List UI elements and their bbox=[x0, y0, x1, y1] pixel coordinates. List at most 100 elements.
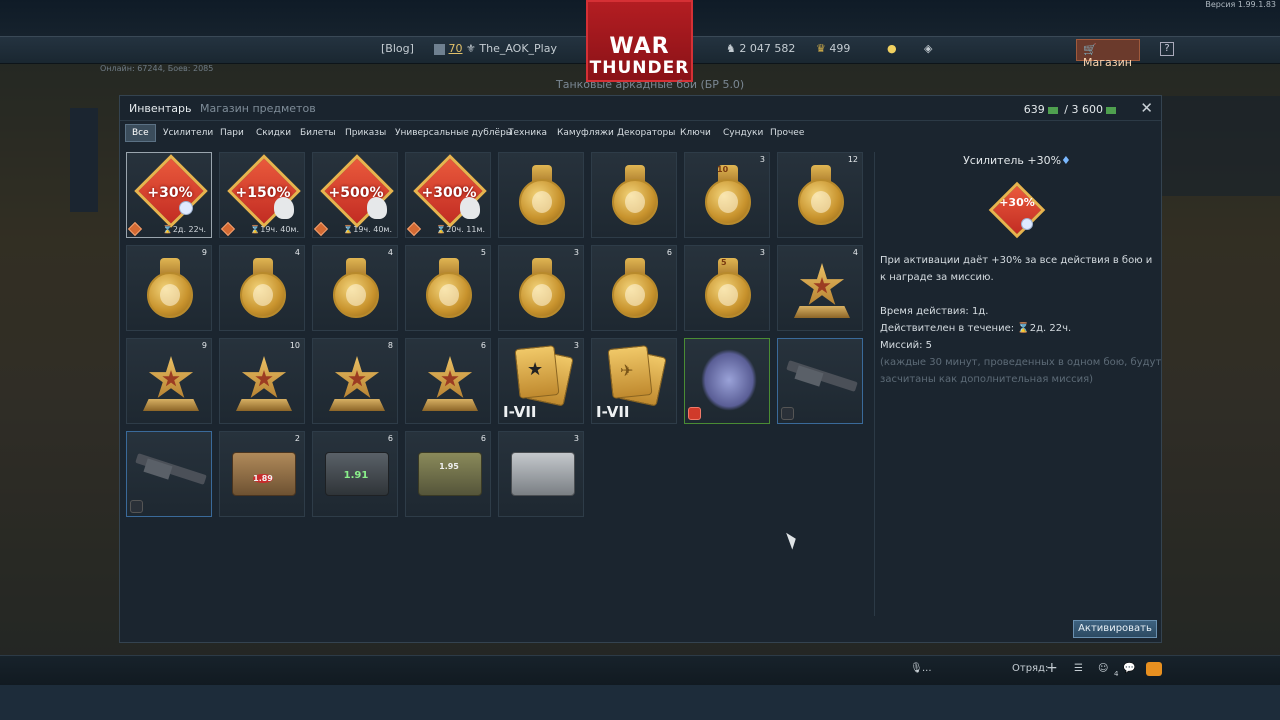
eagle-icon: ♛ bbox=[816, 42, 826, 55]
cat-camouflages[interactable]: Камуфляжи bbox=[557, 128, 614, 138]
medal-order-item[interactable] bbox=[591, 152, 677, 238]
crate-icon bbox=[511, 452, 575, 496]
booster-icon bbox=[988, 181, 1046, 239]
cat-keys[interactable]: Ключи bbox=[680, 128, 711, 138]
medal-icon bbox=[333, 272, 379, 318]
microphone-icon[interactable]: 🎙 bbox=[910, 663, 923, 674]
silver-lions[interactable]: ♞ 2 047 582 bbox=[726, 42, 795, 55]
medal-icon bbox=[612, 272, 658, 318]
booster-300-item[interactable]: +300% ⌛20ч. 11м. bbox=[405, 152, 491, 238]
machine-gun-decorator-item[interactable] bbox=[126, 431, 212, 517]
cat-bets[interactable]: Пари bbox=[220, 128, 244, 138]
pedestal-icon bbox=[236, 399, 292, 411]
cat-decorators[interactable]: Декораторы bbox=[617, 128, 675, 138]
tab-item-shop[interactable]: Магазин предметов bbox=[200, 102, 316, 115]
medal-order-item[interactable]: 10 3 bbox=[684, 152, 770, 238]
item-count: 3 bbox=[759, 155, 765, 164]
details-title: Усилитель +30%♦ bbox=[963, 154, 1071, 167]
tab-inventory[interactable]: Инвентарь bbox=[129, 102, 191, 115]
golden-eagles[interactable]: ♛ 499 bbox=[816, 42, 850, 55]
cat-tickets[interactable]: Билеты bbox=[300, 128, 336, 138]
medal-order-item[interactable] bbox=[498, 152, 584, 238]
friends-icon[interactable]: ☺ bbox=[1098, 663, 1108, 674]
star-order-item[interactable]: 4 bbox=[777, 245, 863, 331]
cat-other[interactable]: Прочее bbox=[770, 128, 804, 138]
activate-button[interactable]: Активировать bbox=[1073, 620, 1157, 638]
chat-icon[interactable]: 💬 bbox=[1123, 663, 1135, 674]
item-count: 3 bbox=[573, 341, 579, 350]
blog-link[interactable]: [Blog] bbox=[381, 42, 414, 55]
booster-500-item[interactable]: +500% ⌛19ч. 40м. bbox=[312, 152, 398, 238]
item-timer: ⌛20ч. 11м. bbox=[436, 225, 485, 234]
crate-icon bbox=[418, 452, 482, 496]
gold-need: 3 600 bbox=[1071, 103, 1104, 116]
help-button[interactable]: ? bbox=[1160, 42, 1174, 56]
tier-range: I-VII bbox=[596, 403, 630, 421]
lightbulb-icon[interactable]: ● bbox=[887, 42, 897, 55]
item-count: 3 bbox=[573, 434, 579, 443]
cat-orders[interactable]: Приказы bbox=[345, 128, 386, 138]
cat-backups[interactable]: Универсальные дублёры bbox=[395, 128, 513, 138]
details-note-1: (каждые 30 минут, проведенных в одном бо… bbox=[880, 357, 1162, 368]
cart-icon: 🛒 bbox=[1083, 43, 1097, 56]
aircraft-backup-item[interactable]: ✈ I-VII bbox=[591, 338, 677, 424]
universal-backup-item[interactable]: ★ I-VII 3 bbox=[498, 338, 584, 424]
item-timer: ⌛19ч. 40м. bbox=[343, 225, 392, 234]
machine-gun-decorator-item[interactable] bbox=[777, 338, 863, 424]
decorator-type-icon bbox=[781, 407, 794, 420]
star-order-item[interactable]: 9 bbox=[126, 338, 212, 424]
item-count: 4 bbox=[852, 248, 858, 257]
item-count: 6 bbox=[480, 434, 486, 443]
cat-boosters[interactable]: Усилители bbox=[163, 128, 213, 138]
medal-order-item[interactable]: 4 bbox=[312, 245, 398, 331]
military-crate-item[interactable]: 1.95 6 bbox=[405, 431, 491, 517]
booster-30-item[interactable]: +30% ⌛2д. 22ч. bbox=[126, 152, 212, 238]
item-count: 9 bbox=[201, 248, 207, 257]
cat-all[interactable]: Все bbox=[125, 124, 156, 142]
steel-crate-item[interactable]: 3 bbox=[498, 431, 584, 517]
medal-order-item[interactable]: 5 bbox=[405, 245, 491, 331]
dragon-icon bbox=[701, 349, 757, 411]
medal-order-item[interactable]: 6 bbox=[591, 245, 677, 331]
medal-order-item[interactable]: 5 3 bbox=[684, 245, 770, 331]
add-squad-button[interactable]: + bbox=[1046, 660, 1058, 676]
close-icon[interactable]: ✕ bbox=[1140, 99, 1153, 117]
item-count: 12 bbox=[847, 155, 858, 164]
dragon-decal-item[interactable] bbox=[684, 338, 770, 424]
mail-icon[interactable] bbox=[1146, 662, 1162, 676]
squad-label: Отряд: bbox=[1012, 663, 1049, 674]
star-order-item[interactable]: 8 bbox=[312, 338, 398, 424]
tier-range: I-VII bbox=[503, 403, 537, 421]
ammo-box-item[interactable]: 1.91 6 bbox=[312, 431, 398, 517]
decal-type-icon bbox=[688, 407, 701, 420]
medal-order-item[interactable]: 4 bbox=[219, 245, 305, 331]
crate-label: 1.91 bbox=[343, 470, 369, 481]
booster-type-icon bbox=[220, 221, 236, 237]
cat-vehicles[interactable]: Техника bbox=[508, 128, 547, 138]
medal-order-item[interactable]: 9 bbox=[126, 245, 212, 331]
gold-icon bbox=[1047, 106, 1058, 114]
item-count: 6 bbox=[387, 434, 393, 443]
medal-icon bbox=[147, 272, 193, 318]
wooden-crate-item[interactable]: 1.89 2 bbox=[219, 431, 305, 517]
star-order-item[interactable]: 6 bbox=[405, 338, 491, 424]
medal-order-item[interactable]: 12 bbox=[777, 152, 863, 238]
crate-label: 1.95 bbox=[439, 462, 459, 471]
player-profile[interactable]: 70 ⚜ The_AOK_Play bbox=[434, 42, 557, 55]
shop-button[interactable]: 🛒Магазин bbox=[1076, 39, 1140, 69]
profile-emblem-icon[interactable]: ◈ bbox=[924, 42, 932, 55]
star-order-item[interactable]: 10 bbox=[219, 338, 305, 424]
item-timer: ⌛2д. 22ч. bbox=[162, 225, 206, 234]
friends-count: 4 bbox=[1114, 670, 1119, 678]
mic-status: ... bbox=[922, 663, 932, 674]
medal-order-item[interactable]: 3 bbox=[498, 245, 584, 331]
medal-label: 10 bbox=[717, 165, 729, 174]
cat-chests[interactable]: Сундуки bbox=[723, 128, 763, 138]
left-side-menu bbox=[70, 108, 98, 212]
details-desc-2: к награде за миссию. bbox=[880, 272, 994, 283]
booster-150-item[interactable]: +150% ⌛19ч. 40м. bbox=[219, 152, 305, 238]
medal-icon bbox=[519, 272, 565, 318]
cat-discounts[interactable]: Скидки bbox=[256, 128, 291, 138]
list-icon[interactable]: ☰ bbox=[1074, 663, 1083, 674]
pedestal-icon bbox=[329, 399, 385, 411]
